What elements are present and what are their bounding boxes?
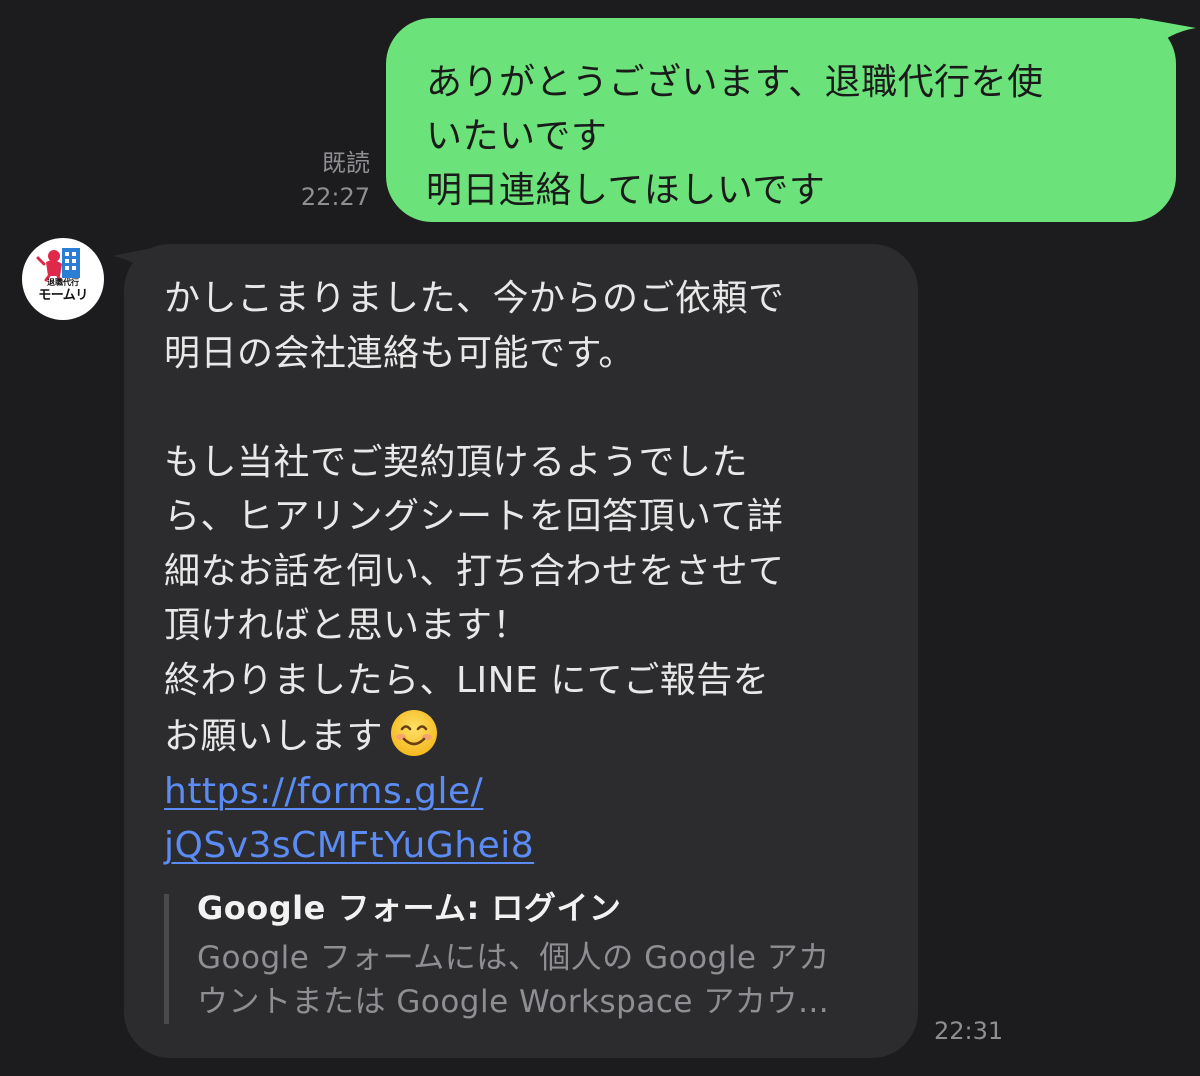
outgoing-message-line: ありがとうございます、退職代行を使 (426, 62, 1044, 103)
incoming-message-line: 明日の会社連絡も可能です。 (164, 332, 635, 374)
outgoing-message-line: 明日連絡してほしいです (426, 170, 826, 211)
form-link-line-2[interactable]: jQSv3sCMFtYuGhei8 (164, 819, 888, 874)
incoming-message-bubble[interactable]: かしこまりました、今からのご依頼で 明日の会社連絡も可能です。 もし当社でご契約… (124, 244, 918, 1058)
chat-screen: ありがとうございます、退職代行を使 いたいです 明日連絡してほしいです 既読 2… (0, 0, 1200, 1076)
incoming-message-blank-line (164, 381, 888, 436)
link-preview-description-line: Google フォームには、個人の Google アカ (197, 940, 830, 976)
link-preview-title: Google フォーム: ログイン (197, 889, 622, 927)
outgoing-message-bubble[interactable]: ありがとうございます、退職代行を使 いたいです 明日連絡してほしいです (386, 18, 1176, 222)
outgoing-message-line: いたいです (426, 116, 608, 157)
read-receipt-label: 既読 (322, 149, 370, 177)
smiling-face-icon (391, 710, 438, 756)
incoming-message-line: もし当社でご契約頂けるようでした (164, 441, 749, 483)
incoming-message-time: 22:31 (934, 1017, 1004, 1045)
form-link-line-1[interactable]: https://forms.gle/ (164, 765, 888, 820)
avatar-caption-brand: モームリ (38, 288, 88, 303)
incoming-message-line: 頂ければと思います！ (164, 605, 530, 646)
sender-avatar[interactable]: 退職代行 モームリ (22, 238, 104, 320)
incoming-message-line: 終わりましたら、LINE にてご報告を (164, 659, 770, 701)
link-preview-description: Google フォームには、個人の Google アカ ウントまたは Googl… (197, 936, 884, 1024)
incoming-message-line: ら、ヒアリングシートを回答頂いて詳 (164, 496, 784, 537)
outgoing-message-time: 22:27 (300, 183, 370, 211)
avatar-caption-small: 退職代行 (47, 278, 79, 287)
incoming-message-line: かしこまりました、今からのご依頼で (164, 278, 785, 319)
incoming-message-text: お願いします (164, 716, 384, 757)
link-preview-description-line: ウントまたは Google Workspace アカウ… (197, 984, 830, 1020)
link-preview-card[interactable]: Google フォーム: ログイン Google フォームには、個人の Goog… (164, 889, 884, 1024)
outgoing-message-meta: 既読 22:27 (270, 146, 370, 214)
incoming-message-line-with-emoji: お願いします (164, 708, 888, 765)
incoming-message-line: 細なお話を伺い、打ち合わせをさせて (164, 550, 785, 592)
